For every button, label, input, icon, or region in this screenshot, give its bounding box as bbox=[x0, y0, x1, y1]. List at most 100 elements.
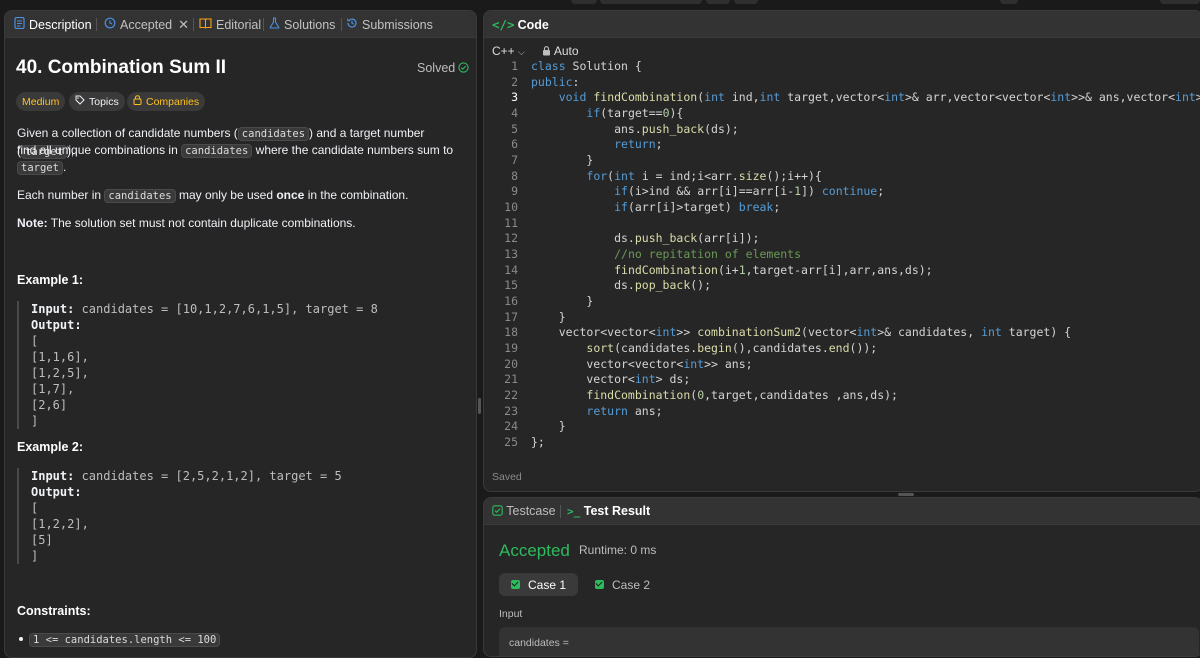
check-icon bbox=[511, 580, 520, 589]
line-number: 4 bbox=[511, 106, 518, 120]
line-number: 12 bbox=[504, 231, 518, 245]
output-label: Output: bbox=[31, 485, 82, 499]
tab-submissions[interactable]: Submissions bbox=[346, 11, 433, 38]
code-line: class Solution { bbox=[531, 59, 642, 73]
code-header: </> Code bbox=[484, 11, 1200, 38]
input-value: candidates = [2,5,2,1,2], target = 5 bbox=[74, 469, 342, 483]
horizontal-resize-handle[interactable] bbox=[898, 493, 914, 496]
tab-description[interactable]: Description bbox=[14, 11, 92, 38]
code-line: } bbox=[531, 419, 566, 433]
line-number: 7 bbox=[511, 153, 518, 167]
solved-label: Solved bbox=[417, 61, 456, 75]
description-line: find all unique combinations in candidat… bbox=[17, 142, 467, 160]
history-icon bbox=[104, 17, 116, 32]
companies-tag[interactable]: Companies bbox=[127, 92, 206, 111]
line-number: 11 bbox=[504, 216, 518, 230]
output-line: [ bbox=[31, 501, 39, 515]
output-line: [1,1,6], bbox=[31, 350, 89, 364]
output-line: [1,2,2], bbox=[31, 517, 89, 531]
text: find all unique combinations in bbox=[17, 143, 182, 157]
toolbar-button[interactable] bbox=[706, 0, 730, 4]
flask-icon bbox=[269, 17, 280, 32]
auto-label: Auto bbox=[553, 44, 579, 58]
line-number: 20 bbox=[504, 357, 518, 371]
code-line: vector<vector<int>> ans; bbox=[531, 357, 753, 371]
output-line: ] bbox=[31, 414, 39, 428]
code-icon: </> bbox=[492, 17, 515, 32]
vertical-resize-handle[interactable] bbox=[478, 398, 481, 414]
code-line: } bbox=[531, 310, 566, 324]
tab-test-result[interactable]: >_ Test Result bbox=[567, 504, 650, 518]
code-line: if(target==0){ bbox=[586, 106, 684, 120]
line-number: 1 bbox=[511, 59, 518, 73]
topics-tag[interactable]: Topics bbox=[69, 92, 125, 111]
example-input: Input: candidates = [10,1,2,7,6,1,5], ta… bbox=[31, 301, 467, 317]
code-line: sort(candidates.begin(),candidates.end()… bbox=[586, 341, 878, 355]
tab-accepted[interactable]: Accepted ✕ bbox=[104, 11, 189, 38]
terminal-icon: >_ bbox=[567, 505, 581, 518]
input-label: Input: bbox=[31, 302, 75, 316]
topics-label: Topics bbox=[89, 95, 119, 108]
input-label: Input bbox=[499, 608, 523, 620]
tab-testcase[interactable]: Testcase bbox=[492, 504, 556, 518]
output-label: Output: bbox=[31, 318, 82, 332]
lock-icon bbox=[133, 95, 142, 108]
check-circle-icon bbox=[458, 61, 469, 75]
language-label: C++ bbox=[492, 44, 515, 58]
note-line: Note: The solution set must not contain … bbox=[17, 215, 467, 232]
result-tab-bar: Testcase >_ Test Result bbox=[484, 498, 1200, 525]
toolbar-button[interactable] bbox=[1160, 0, 1200, 4]
output-line: [ bbox=[31, 334, 39, 348]
code-line: return; bbox=[614, 137, 663, 151]
tab-editorial[interactable]: Editorial bbox=[199, 11, 261, 38]
companies-label: Companies bbox=[146, 95, 200, 108]
language-select[interactable]: C++ ⌵ bbox=[492, 44, 525, 58]
inline-code: candidates bbox=[104, 189, 176, 203]
toolbar-button[interactable] bbox=[734, 0, 758, 4]
lock-icon bbox=[542, 44, 551, 58]
line-number: 8 bbox=[511, 169, 518, 183]
problem-title: 40. Combination Sum II bbox=[16, 57, 227, 78]
case-1-button[interactable]: Case 1 bbox=[499, 573, 579, 596]
toolbar-button[interactable] bbox=[600, 0, 702, 4]
output-line: [2,6] bbox=[31, 398, 68, 412]
line-number: 15 bbox=[504, 278, 518, 292]
solved-status: Solved bbox=[417, 61, 469, 75]
inline-code: candidates bbox=[237, 127, 310, 141]
code-line: }; bbox=[531, 435, 545, 449]
output-line: [5] bbox=[31, 533, 53, 547]
line-number: 9 bbox=[511, 184, 518, 198]
tab-testcase-label: Testcase bbox=[506, 504, 556, 518]
tab-divider bbox=[96, 18, 97, 31]
case-label: Case 1 bbox=[528, 577, 567, 592]
case-2-button[interactable]: Case 2 bbox=[583, 573, 662, 596]
code-line: findCombination(0,target,candidates ,ans… bbox=[586, 388, 898, 402]
tab-solutions[interactable]: Solutions bbox=[269, 11, 335, 38]
example-block: Input: candidates = [10,1,2,7,6,1,5], ta… bbox=[17, 301, 467, 429]
saved-status: Saved bbox=[492, 471, 522, 483]
close-icon[interactable]: ✕ bbox=[178, 17, 189, 33]
tab-accepted-label: Accepted bbox=[120, 17, 173, 32]
code-line: //no repitation of elements bbox=[614, 247, 802, 261]
line-number: 24 bbox=[504, 419, 518, 433]
input-label: Input: bbox=[31, 469, 75, 483]
example-output-label: Output: bbox=[31, 317, 467, 333]
auto-mode[interactable]: Auto bbox=[542, 44, 579, 58]
example-output-label: Output: bbox=[31, 484, 467, 500]
input-value: candidates = bbox=[509, 637, 569, 649]
text: may only be used bbox=[175, 188, 277, 202]
toolbar-button[interactable] bbox=[1000, 0, 1018, 4]
example-title: Example 1: bbox=[17, 273, 84, 287]
toolbar-button[interactable] bbox=[571, 0, 597, 4]
tab-description-label: Description bbox=[29, 17, 92, 32]
line-number: 13 bbox=[504, 247, 518, 261]
bold-text: once bbox=[276, 188, 305, 202]
difficulty-badge[interactable]: Medium bbox=[16, 92, 66, 111]
inline-code: target bbox=[17, 161, 63, 175]
code-line: ans.push_back(ds); bbox=[531, 122, 739, 136]
history-icon bbox=[346, 17, 358, 32]
description-tab-bar: Description Accepted ✕ Editorial Solutio… bbox=[5, 11, 476, 38]
description-panel: Description Accepted ✕ Editorial Solutio… bbox=[4, 10, 477, 658]
case-label: Case 2 bbox=[612, 577, 651, 592]
